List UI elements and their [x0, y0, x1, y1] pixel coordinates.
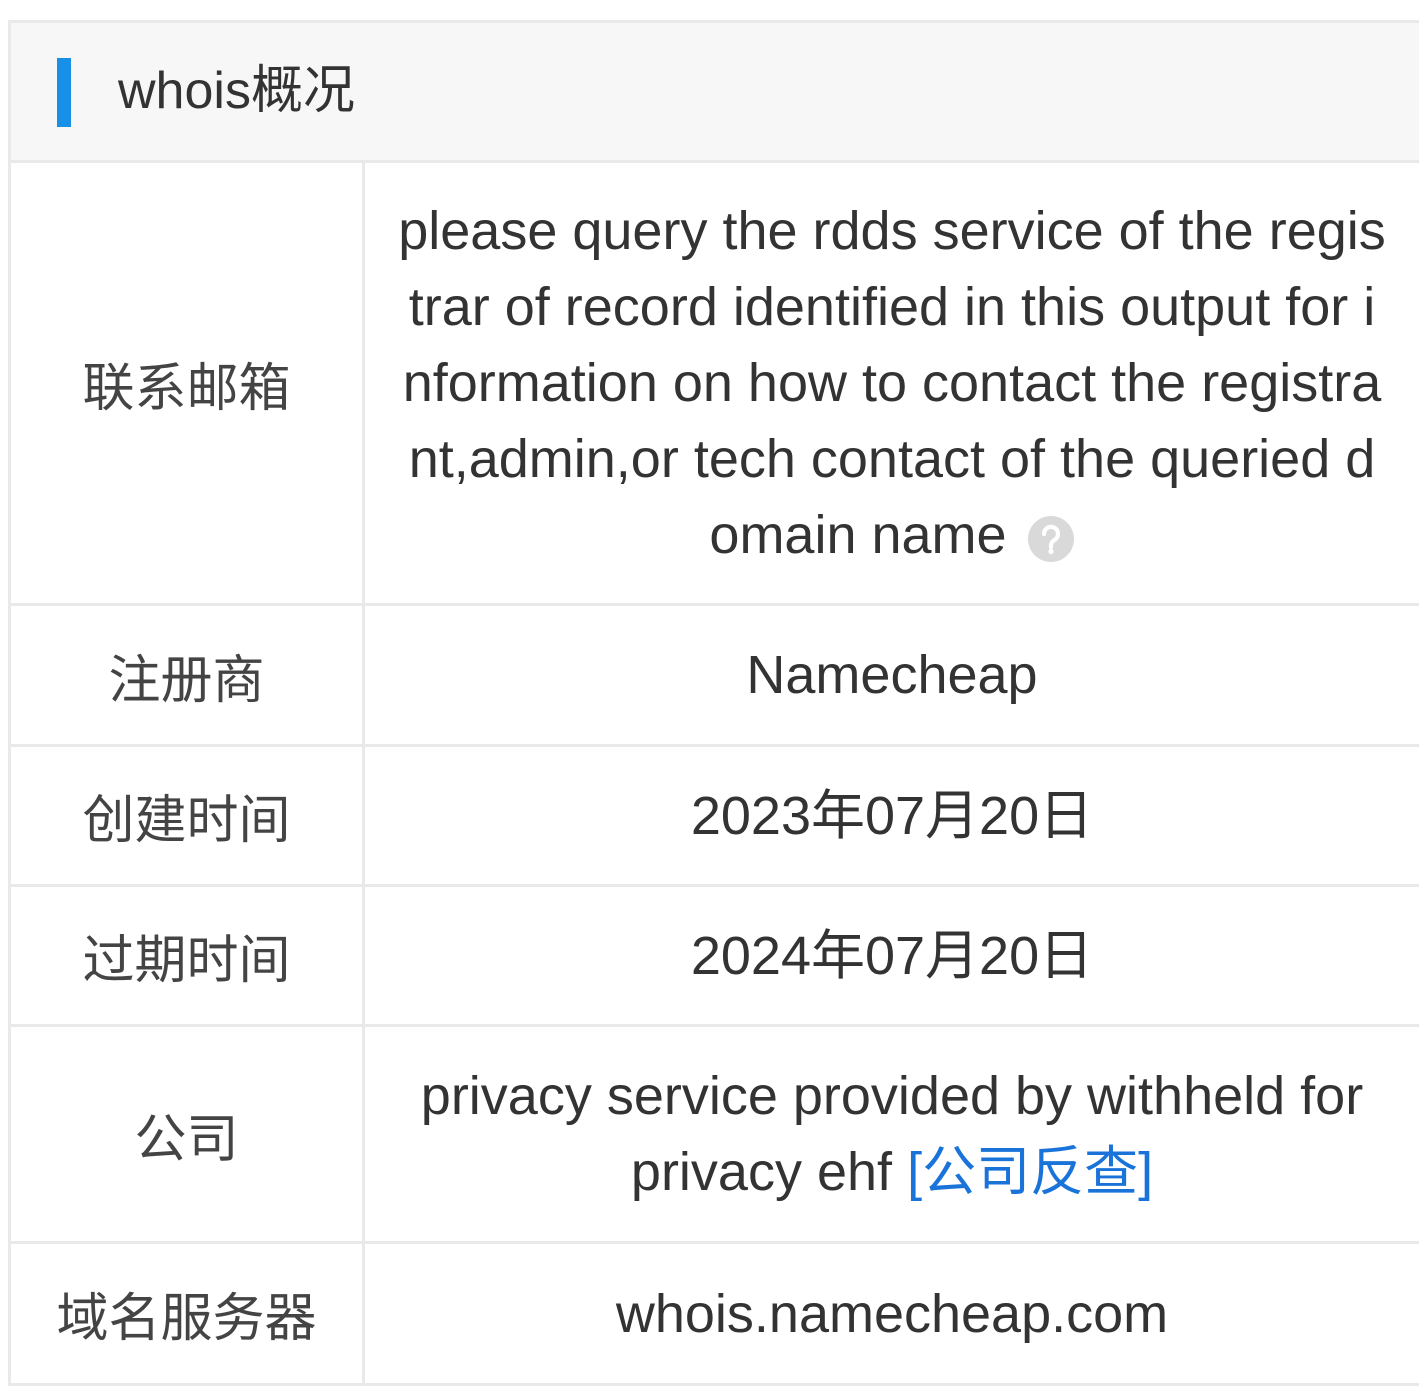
panel-header: whois概况	[11, 23, 1419, 163]
row-value-cell: privacy service provided by withheld for…	[365, 1027, 1419, 1241]
whois-row-contact-email: 联系邮箱 please query the rdds service of th…	[11, 163, 1419, 606]
whois-panel: whois概况 联系邮箱 please query the rdds servi…	[8, 20, 1419, 1386]
panel-title: whois概况	[118, 62, 355, 120]
registrar-value: Namecheap	[746, 645, 1038, 705]
row-label: 注册商	[11, 606, 365, 744]
help-icon-circle	[1027, 516, 1074, 562]
help-circle-icon[interactable]	[1027, 515, 1075, 563]
company-reverse-lookup-link[interactable]: [公司反查]	[907, 1142, 1153, 1202]
whois-row-created: 创建时间 2023年07月20日	[11, 747, 1419, 887]
row-label: 公司	[11, 1027, 365, 1241]
row-label: 联系邮箱	[11, 163, 365, 603]
name-server-value: whois.namecheap.com	[615, 1283, 1169, 1344]
row-value-cell: 2024年07月20日	[365, 887, 1419, 1024]
whois-row-registrar: 注册商 Namecheap	[11, 606, 1419, 747]
help-icon-dot	[1047, 548, 1054, 555]
whois-row-company: 公司 privacy service provided by withheld …	[11, 1027, 1419, 1244]
whois-row-name-server: 域名服务器 whois.namecheap.com	[11, 1244, 1419, 1386]
created-date-value: 2023年07月20日	[690, 785, 1094, 846]
row-value-cell: whois.namecheap.com	[365, 1244, 1419, 1383]
whois-row-expires: 过期时间 2024年07月20日	[11, 887, 1419, 1027]
row-value-cell: please query the rdds service of the reg…	[365, 163, 1419, 603]
contact-email-value-text: please query the rdds service of the reg…	[397, 193, 1387, 573]
accent-bar	[57, 58, 71, 127]
row-value-cell: Namecheap	[365, 606, 1419, 744]
row-label: 过期时间	[11, 887, 365, 1024]
expiry-date-value: 2024年07月20日	[690, 925, 1094, 986]
row-label: 创建时间	[11, 747, 365, 884]
company-value: privacy service provided by withheld for…	[420, 1066, 1364, 1202]
contact-email-value: please query the rdds service of the reg…	[398, 201, 1386, 565]
row-value-cell: 2023年07月20日	[365, 747, 1419, 884]
company-value-text: privacy service provided by withheld for…	[397, 1058, 1387, 1210]
row-label: 域名服务器	[11, 1244, 365, 1383]
